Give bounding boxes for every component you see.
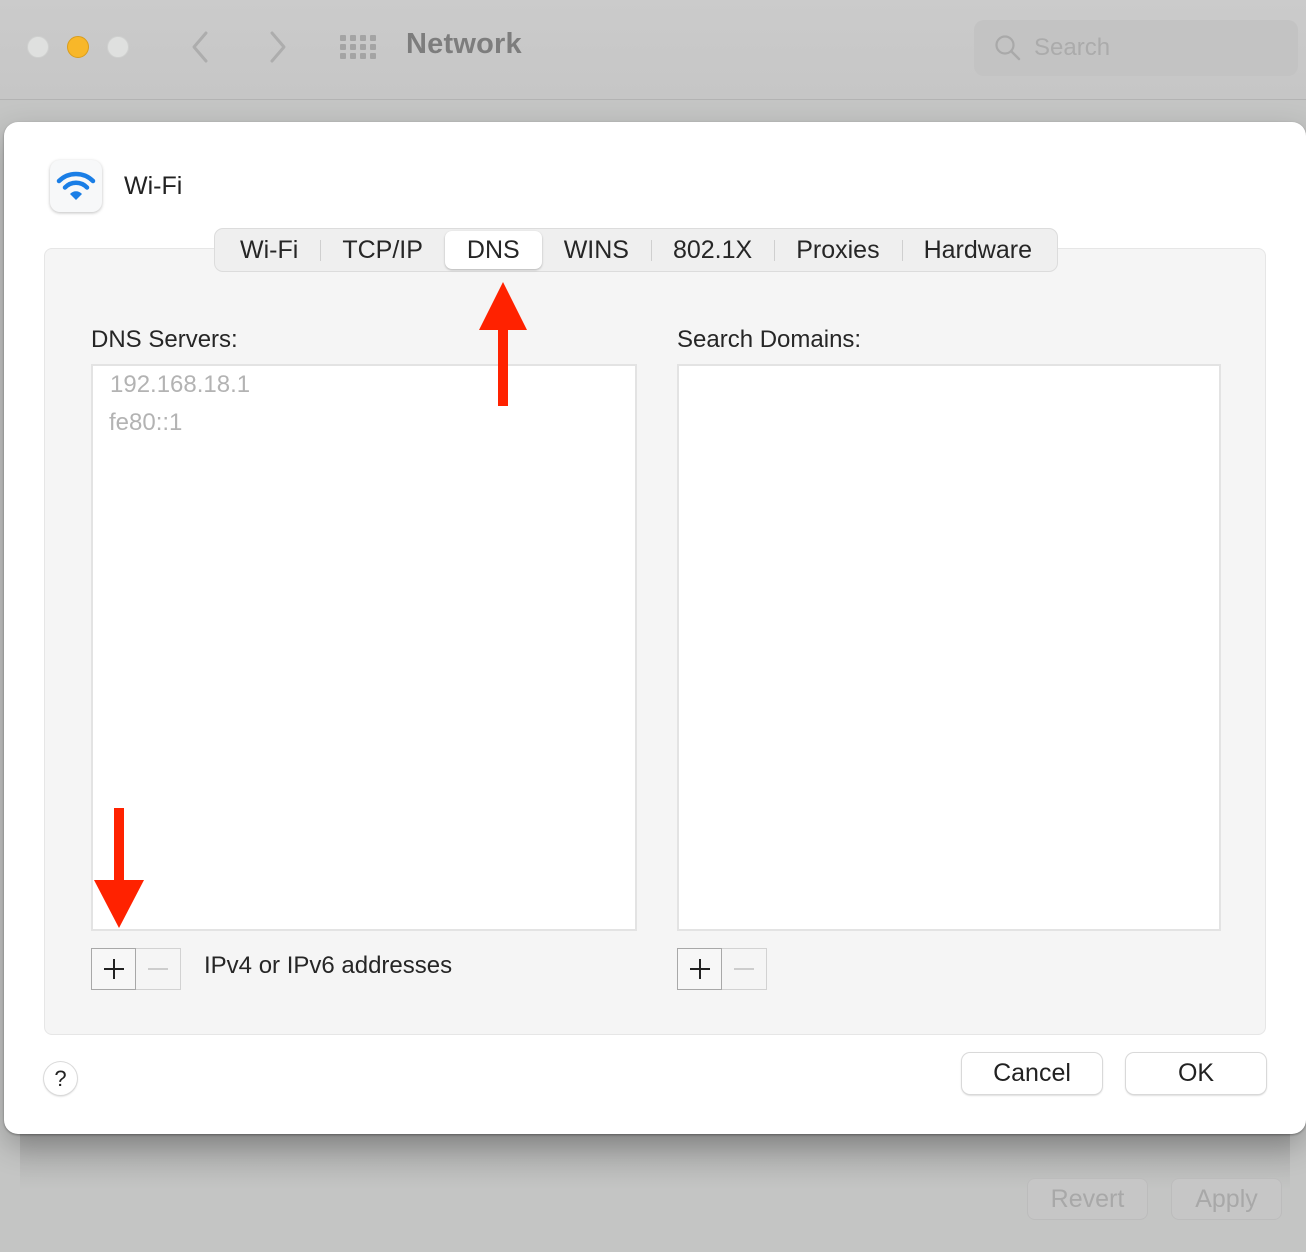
annotation-arrow-down-icon xyxy=(94,808,144,928)
minus-icon xyxy=(734,968,754,970)
help-button[interactable]: ? xyxy=(44,1062,77,1095)
revert-button[interactable]: Revert xyxy=(1027,1178,1148,1220)
tab-wifi[interactable]: Wi-Fi xyxy=(218,231,320,269)
minus-icon xyxy=(148,968,168,970)
show-all-grid-icon[interactable] xyxy=(338,34,376,60)
dns-servers-label: DNS Servers: xyxy=(91,326,238,353)
tab-8021x[interactable]: 802.1X xyxy=(650,231,774,269)
dns-settings-sheet: Wi-Fi DNS Servers: 192.168.18.1 fe80::1 … xyxy=(4,122,1306,1134)
search-input[interactable] xyxy=(1034,30,1284,66)
zoom-window-button[interactable] xyxy=(107,36,129,58)
close-window-button[interactable] xyxy=(27,36,49,58)
service-icon xyxy=(50,160,102,212)
search-domains-add-remove xyxy=(677,948,767,990)
search-domains-label: Search Domains: xyxy=(677,326,862,353)
apply-button[interactable]: Apply xyxy=(1171,1178,1282,1220)
list-item[interactable]: fe80::1 xyxy=(93,404,635,442)
add-search-domain-button[interactable] xyxy=(677,948,723,990)
dns-servers-list[interactable]: 192.168.18.1 fe80::1 xyxy=(91,364,637,931)
annotation-arrow-up-icon xyxy=(479,282,527,406)
plus-icon xyxy=(689,959,710,979)
tab-proxies[interactable]: Proxies xyxy=(774,231,901,269)
settings-tabs: Wi-Fi TCP/IP DNS WINS 802.1X Proxies Har… xyxy=(214,228,1058,272)
remove-dns-server-button[interactable] xyxy=(136,949,180,989)
forward-button[interactable] xyxy=(262,30,292,64)
window-title: Network xyxy=(406,28,522,60)
add-dns-server-button[interactable] xyxy=(91,948,137,990)
chevron-left-icon xyxy=(192,31,208,63)
list-item[interactable]: 192.168.18.1 xyxy=(93,366,635,404)
tab-wins[interactable]: WINS xyxy=(542,231,651,269)
service-name: Wi-Fi xyxy=(124,172,183,200)
search-domains-list[interactable] xyxy=(677,364,1221,931)
tab-hardware[interactable]: Hardware xyxy=(901,231,1054,269)
ok-button[interactable]: OK xyxy=(1126,1053,1266,1094)
minimize-window-button[interactable] xyxy=(67,36,89,58)
wifi-icon xyxy=(56,171,96,200)
cancel-button[interactable]: Cancel xyxy=(962,1053,1102,1094)
back-button[interactable] xyxy=(186,30,216,64)
dns-address-hint: IPv4 or IPv6 addresses xyxy=(204,952,453,979)
search-icon xyxy=(995,35,1021,61)
search-field[interactable] xyxy=(974,20,1298,76)
dns-servers-add-remove xyxy=(91,948,181,990)
tab-dns[interactable]: DNS xyxy=(444,231,542,269)
window-toolbar: Network xyxy=(0,0,1306,100)
tab-tcpip[interactable]: TCP/IP xyxy=(320,231,445,269)
chevron-right-icon xyxy=(270,31,286,63)
remove-search-domain-button[interactable] xyxy=(722,949,766,989)
settings-panel: DNS Servers: 192.168.18.1 fe80::1 IPv4 o… xyxy=(44,248,1266,1035)
plus-icon xyxy=(103,959,124,979)
